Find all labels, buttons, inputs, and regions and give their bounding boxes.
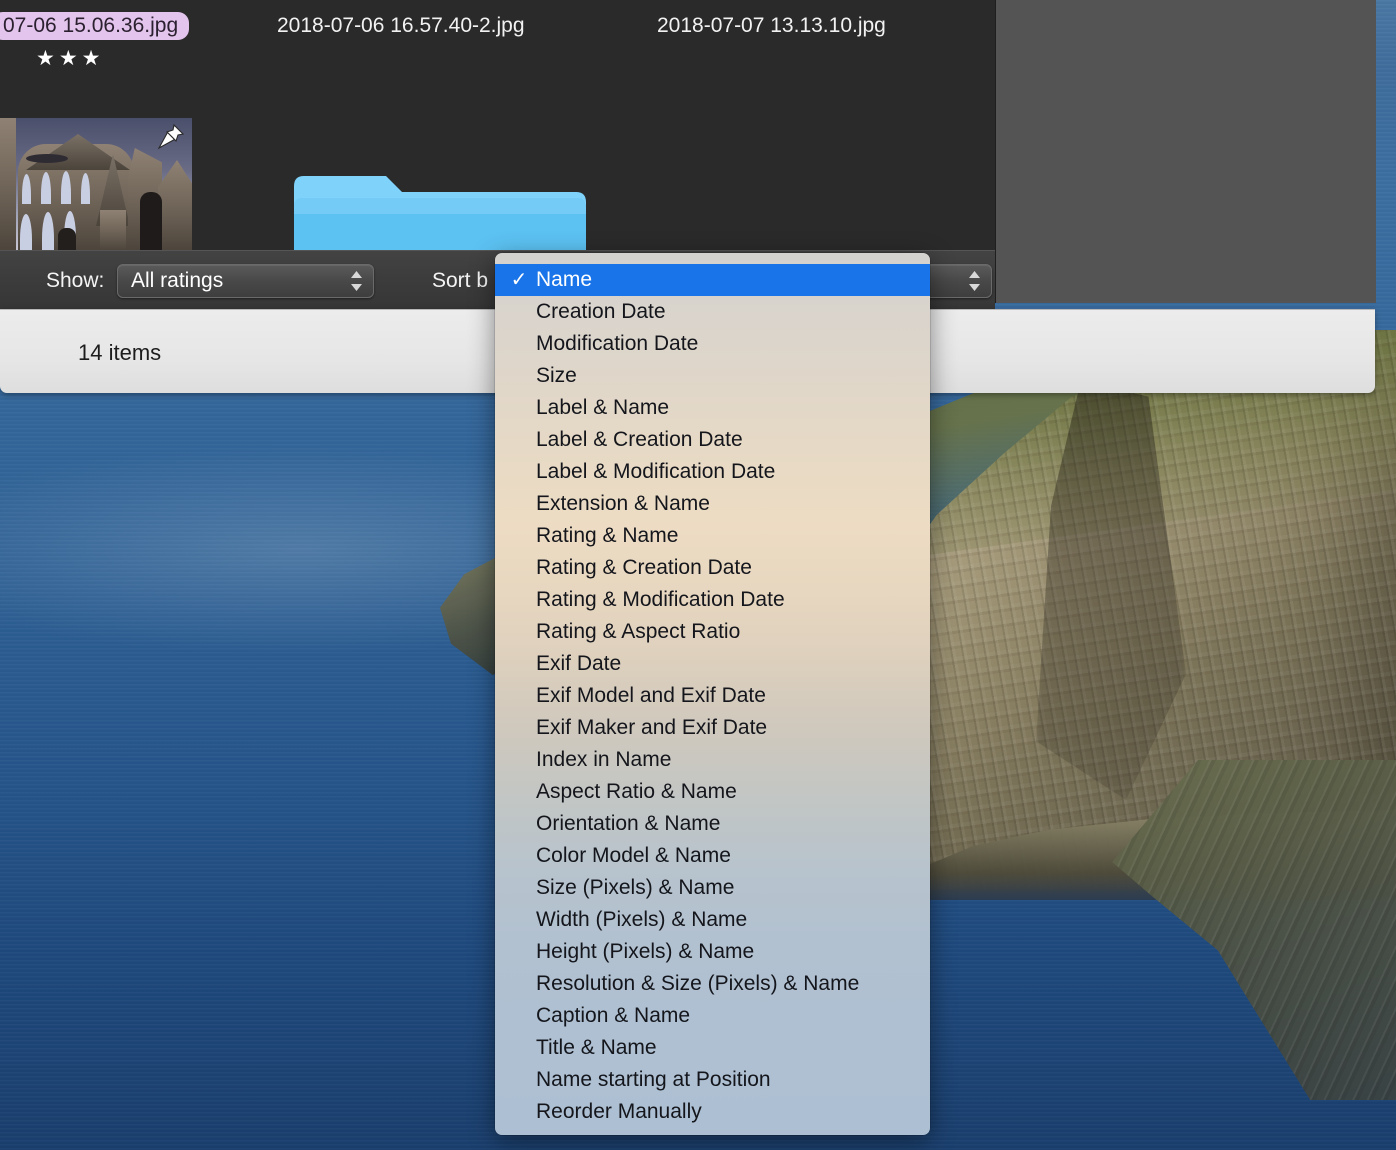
sort-menu-item[interactable]: Color Model & Name <box>495 840 930 872</box>
sort-menu-item[interactable]: Exif Maker and Exif Date <box>495 712 930 744</box>
abbey-doorway <box>58 228 76 250</box>
abbey-turret-base <box>100 210 126 250</box>
file-label-selected[interactable]: 07-06 15.06.36.jpg <box>0 12 190 40</box>
sort-menu-item[interactable]: Modification Date <box>495 328 930 360</box>
abbey-dark-opening <box>140 192 162 250</box>
icon-browser-view[interactable]: 07-06 15.06.36.jpg ★★★ 2018-07-06 16.57.… <box>0 0 995 250</box>
sort-menu-item[interactable]: Caption & Name <box>495 1000 930 1032</box>
sort-menu-item[interactable]: Title & Name <box>495 1032 930 1064</box>
sort-menu-item-label: Index in Name <box>536 748 672 771</box>
sort-menu-item[interactable]: ✓ Name <box>495 264 930 296</box>
sort-menu-item-label: Title & Name <box>536 1036 657 1059</box>
sort-menu-item-label: Rating & Aspect Ratio <box>536 620 741 643</box>
preview-pane <box>995 0 1376 303</box>
sort-menu-item-label: Width (Pixels) & Name <box>536 908 748 931</box>
sort-menu-item-label: Exif Model and Exif Date <box>536 684 766 707</box>
sort-menu-item-label: Height (Pixels) & Name <box>536 940 755 963</box>
blue-folder-icon[interactable] <box>290 168 590 250</box>
sort-by-label: Sort b <box>432 269 489 292</box>
sort-menu-item-label: Creation Date <box>536 300 666 323</box>
show-label: Show: <box>46 269 105 292</box>
sort-menu-item-label: Resolution & Size (Pixels) & Name <box>536 972 860 995</box>
sort-menu-item[interactable]: Name starting at Position <box>495 1064 930 1096</box>
sort-menu-item[interactable]: Creation Date <box>495 296 930 328</box>
sort-menu-item-label: Caption & Name <box>536 1004 691 1027</box>
sort-by-dropdown-menu[interactable]: ✓ Name Creation Date Modification Date Size L… <box>495 253 930 1135</box>
sort-menu-item[interactable]: Index in Name <box>495 744 930 776</box>
sort-menu-item-label: Color Model & Name <box>536 844 731 867</box>
sort-menu-item[interactable]: Label & Name <box>495 392 930 424</box>
sort-menu-item-label: Orientation & Name <box>536 812 721 835</box>
sort-menu-item-label: Reorder Manually <box>536 1100 702 1123</box>
up-down-stepper-icon <box>350 270 363 292</box>
sort-menu-item-label: Name starting at Position <box>536 1068 771 1091</box>
sort-menu-item-label: Label & Name <box>536 396 670 419</box>
sort-menu-item-label: Size <box>536 364 577 387</box>
pushpin-icon[interactable] <box>156 122 186 152</box>
sort-menu-item[interactable]: Reorder Manually <box>495 1096 930 1128</box>
up-down-stepper-icon <box>968 270 981 292</box>
file-label[interactable]: 2018-07-06 16.57.40-2.jpg <box>277 14 525 38</box>
sort-menu-item-label: Rating & Modification Date <box>536 588 785 611</box>
sort-menu-item-label: Label & Modification Date <box>536 460 776 483</box>
show-ratings-value: All ratings <box>131 269 224 292</box>
sort-menu-item[interactable]: Orientation & Name <box>495 808 930 840</box>
sort-menu-item-label: Exif Date <box>536 652 622 675</box>
sort-menu-item[interactable]: Exif Model and Exif Date <box>495 680 930 712</box>
abbey-ruin-edge <box>158 160 192 250</box>
sort-menu-item-label: Rating & Name <box>536 524 679 547</box>
sort-menu-item-label: Label & Creation Date <box>536 428 743 451</box>
sort-menu-item[interactable]: Label & Modification Date <box>495 456 930 488</box>
sort-menu-item[interactable]: Width (Pixels) & Name <box>495 904 930 936</box>
sort-menu-item[interactable]: Size (Pixels) & Name <box>495 872 930 904</box>
sort-menu-item[interactable]: Extension & Name <box>495 488 930 520</box>
sort-menu-item-label: Extension & Name <box>536 492 710 515</box>
show-ratings-popup-button[interactable]: All ratings <box>117 264 374 298</box>
sort-menu-item-label: Name <box>536 268 593 291</box>
sort-menu-item[interactable]: Rating & Aspect Ratio <box>495 616 930 648</box>
sort-menu-item-label: Modification Date <box>536 332 699 355</box>
item-count: 14 items <box>78 340 162 365</box>
sort-menu-item-label: Aspect Ratio & Name <box>536 780 737 803</box>
sort-menu-item[interactable]: Height (Pixels) & Name <box>495 936 930 968</box>
sort-menu-item[interactable]: Rating & Creation Date <box>495 552 930 584</box>
sort-menu-item[interactable]: Aspect Ratio & Name <box>495 776 930 808</box>
sort-menu-item[interactable]: Exif Date <box>495 648 930 680</box>
file-label[interactable]: 2018-07-07 13.13.10.jpg <box>657 14 886 38</box>
sort-menu-item[interactable]: Rating & Name <box>495 520 930 552</box>
sort-menu-item[interactable]: Resolution & Size (Pixels) & Name <box>495 968 930 1000</box>
abbey-rose-window <box>26 154 68 163</box>
check-icon: ✓ <box>510 269 528 291</box>
sort-menu-item-label: Size (Pixels) & Name <box>536 876 735 899</box>
rating-stars[interactable]: ★★★ <box>36 46 104 71</box>
sort-menu-item[interactable]: Rating & Modification Date <box>495 584 930 616</box>
abbey-wall-fragment <box>0 118 16 250</box>
sort-menu-item[interactable]: Size <box>495 360 930 392</box>
sort-menu-item-label: Rating & Creation Date <box>536 556 752 579</box>
sort-menu-item-label: Exif Maker and Exif Date <box>536 716 768 739</box>
sort-menu-item[interactable]: Label & Creation Date <box>495 424 930 456</box>
